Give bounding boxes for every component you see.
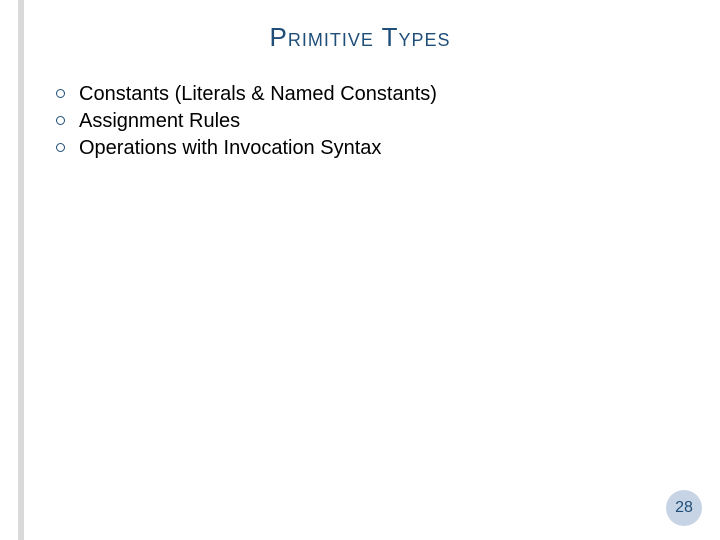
- list-item: Operations with Invocation Syntax: [56, 136, 680, 161]
- accent-stripe: [18, 0, 24, 540]
- bullet-list: Constants (Literals & Named Constants) A…: [56, 82, 680, 163]
- slide: Primitive Types Constants (Literals & Na…: [0, 0, 720, 540]
- bullet-icon: [56, 116, 65, 125]
- bullet-text: Constants (Literals & Named Constants): [79, 82, 680, 107]
- bullet-icon: [56, 143, 65, 152]
- bullet-text: Assignment Rules: [79, 109, 680, 134]
- slide-title: Primitive Types: [0, 22, 720, 53]
- page-number-badge: 28: [666, 490, 702, 526]
- page-number: 28: [675, 499, 693, 517]
- list-item: Constants (Literals & Named Constants): [56, 82, 680, 107]
- bullet-icon: [56, 89, 65, 98]
- list-item: Assignment Rules: [56, 109, 680, 134]
- bullet-text: Operations with Invocation Syntax: [79, 136, 680, 161]
